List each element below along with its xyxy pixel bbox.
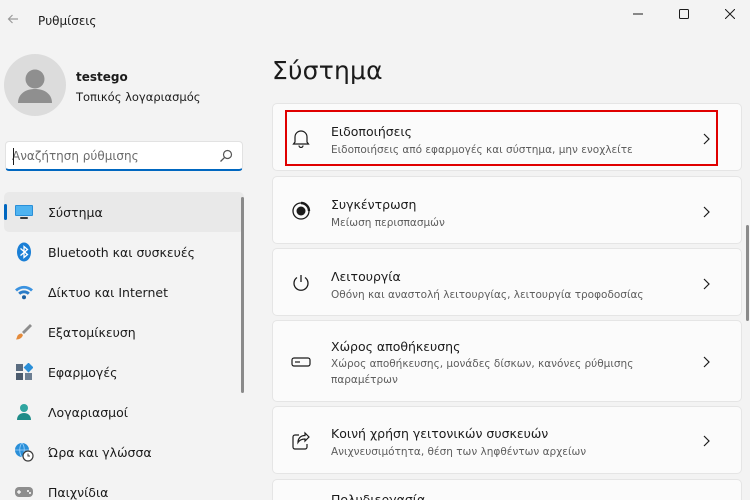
sidebar-item-gaming[interactable]: Παιχνίδια (4, 472, 244, 500)
chevron-right-icon (703, 435, 710, 447)
close-button[interactable] (707, 4, 750, 24)
minimize-button[interactable] (615, 4, 661, 24)
card-focus[interactable]: Συγκέντρωση Μείωση περισπασμών (272, 176, 742, 244)
close-icon (725, 9, 735, 19)
card-storage[interactable]: Χώρος αποθήκευσης Χώρος αποθήκευσης, μον… (272, 320, 742, 402)
person-icon (14, 402, 34, 422)
page-title: Σύστημα (272, 56, 383, 85)
card-title: Χώρος αποθήκευσης (331, 339, 461, 354)
card-subtitle: Ανιχνευσιμότητα, θέση των ληφθέντων αρχε… (331, 446, 587, 458)
card-subtitle: Μείωση περισπασμών (331, 217, 445, 229)
monitor-icon (14, 202, 34, 222)
wifi-icon (14, 282, 34, 302)
sidebar-item-system[interactable]: Σύστημα (4, 192, 244, 232)
sidebar-item-label: Ώρα και γλώσσα (48, 444, 152, 460)
title-bar: Ρυθμίσεις (0, 0, 750, 44)
back-button[interactable] (2, 10, 24, 32)
card-title: Κοινή χρήση γειτονικών συσκευών (331, 426, 549, 441)
search-box[interactable] (5, 141, 243, 171)
card-title: Ειδοποιήσεις (331, 124, 412, 139)
card-subtitle: Χώρος αποθήκευσης, μονάδες δίσκων, κανόν… (331, 358, 634, 386)
power-icon (290, 272, 312, 294)
sidebar-item-label: Bluetooth και συσκευές (48, 244, 195, 260)
bell-icon (290, 127, 312, 149)
card-subtitle: Οθόνη και αναστολή λειτουργίας, λειτουργ… (331, 289, 644, 301)
apps-icon (14, 362, 34, 382)
chevron-right-icon (703, 206, 710, 218)
maximize-button[interactable] (661, 4, 707, 24)
globe-clock-icon (14, 442, 34, 462)
text-caret (13, 148, 14, 165)
card-nearby-sharing[interactable]: Κοινή χρήση γειτονικών συσκευών Ανιχνευσ… (272, 406, 742, 474)
person-silhouette-icon (18, 69, 52, 103)
sidebar-item-time-language[interactable]: Ώρα και γλώσσα (4, 432, 244, 472)
card-subtitle: Ειδοποιήσεις από εφαρμογές και σύστημα, … (331, 144, 633, 156)
storage-icon (290, 351, 312, 373)
gamepad-icon (14, 482, 34, 500)
main-scrollbar[interactable] (746, 225, 749, 321)
profile-name: testego (76, 70, 128, 84)
sidebar-item-label: Λογαριασμοί (48, 404, 128, 420)
sidebar-item-apps[interactable]: Εφαρμογές (4, 352, 244, 392)
search-input[interactable] (12, 147, 208, 165)
avatar (4, 54, 66, 116)
brush-icon (14, 322, 34, 342)
sidebar-scrollbar[interactable] (241, 197, 244, 393)
sidebar-item-label: Εφαρμογές (48, 364, 118, 380)
card-multitasking[interactable]: Πολυδιεργασία (272, 479, 742, 500)
sidebar-item-network[interactable]: Δίκτυο και Internet (4, 272, 244, 312)
sidebar-item-label: Δίκτυο και Internet (48, 284, 168, 300)
user-profile[interactable]: testego Τοπικός λογαριασμός (4, 54, 244, 120)
sidebar-item-accounts[interactable]: Λογαριασμοί (4, 392, 244, 432)
bluetooth-icon (14, 242, 34, 262)
maximize-icon (679, 9, 689, 19)
card-notifications[interactable]: Ειδοποιήσεις Ειδοποιήσεις από εφαρμογές … (272, 103, 742, 171)
card-title: Πολυδιεργασία (331, 492, 426, 500)
card-power[interactable]: Λειτουργία Οθόνη και αναστολή λειτουργία… (272, 248, 742, 316)
share-icon (290, 430, 312, 452)
focus-icon (290, 200, 312, 222)
card-title: Συγκέντρωση (331, 197, 417, 212)
card-title: Λειτουργία (331, 269, 401, 284)
sidebar-nav: Σύστημα Bluetooth και συσκευές Δίκτυο κα… (4, 192, 244, 500)
chevron-right-icon (703, 133, 710, 145)
search-icon[interactable] (219, 149, 233, 163)
sidebar-item-label: Παιχνίδια (48, 484, 109, 500)
profile-account-type: Τοπικός λογαριασμός (76, 90, 201, 104)
arrow-left-icon (7, 14, 18, 24)
app-title: Ρυθμίσεις (38, 14, 97, 28)
chevron-right-icon (703, 278, 710, 290)
sidebar-item-bluetooth[interactable]: Bluetooth και συσκευές (4, 232, 244, 272)
sidebar-item-label: Εξατομίκευση (48, 324, 136, 340)
minimize-icon (633, 13, 643, 15)
sidebar-item-label: Σύστημα (48, 204, 103, 220)
sidebar-item-personalization[interactable]: Εξατομίκευση (4, 312, 244, 352)
chevron-right-icon (703, 356, 710, 368)
